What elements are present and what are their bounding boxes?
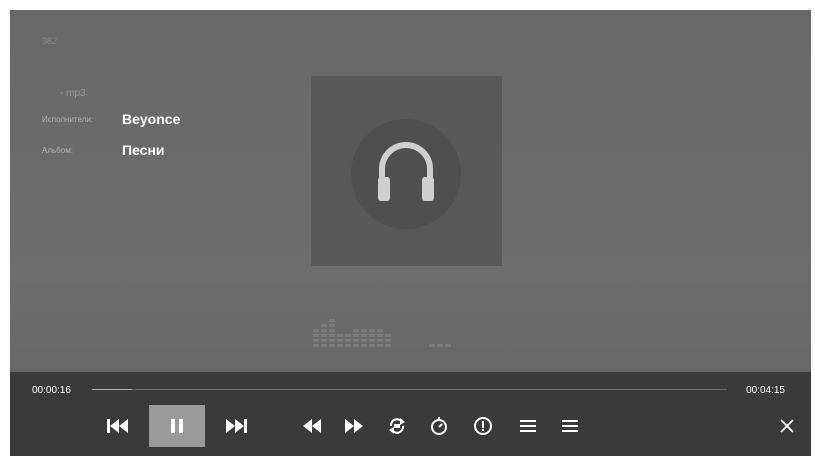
- next-track-icon: [226, 419, 247, 433]
- info-icon: [474, 417, 492, 435]
- equalizer-visualizer: [313, 319, 451, 347]
- headphones-icon: [378, 142, 434, 201]
- control-bar: 00:00:16 00:04:15: [10, 372, 811, 456]
- menu-button[interactable]: [555, 406, 585, 446]
- info-button[interactable]: [468, 406, 498, 446]
- rewind-icon: [303, 419, 321, 433]
- playlist-button[interactable]: [513, 406, 543, 446]
- close-button[interactable]: [772, 406, 802, 446]
- cover-circle: [351, 119, 461, 229]
- file-format: - mp3: [60, 88, 86, 99]
- fast-forward-icon: [345, 419, 363, 433]
- progress-fill: [92, 389, 132, 390]
- progress-bar[interactable]: [92, 389, 727, 390]
- album-value: Песни: [122, 142, 165, 158]
- pause-icon: [171, 419, 183, 433]
- rewind-button[interactable]: [296, 406, 328, 446]
- menu-icon: [562, 420, 578, 432]
- duration-time: 00:04:15: [746, 385, 785, 396]
- sleep-timer-icon: [431, 417, 447, 435]
- fast-forward-button[interactable]: [338, 406, 370, 446]
- artist-row: Исполнители: Beyonce: [42, 111, 180, 127]
- close-icon: [780, 419, 794, 433]
- next-button[interactable]: [220, 406, 252, 446]
- top-label: 982: [42, 36, 58, 46]
- repeat-button[interactable]: [382, 406, 412, 446]
- current-time: 00:00:16: [32, 385, 71, 396]
- pause-button[interactable]: [149, 405, 205, 447]
- album-row: Альбом: Песни: [42, 142, 165, 158]
- artist-key: Исполнители:: [42, 114, 94, 124]
- player-screen: 982 - mp3 Исполнители: Beyonce Альбом: П…: [10, 10, 811, 456]
- previous-button[interactable]: [102, 406, 134, 446]
- previous-track-icon: [107, 419, 128, 433]
- repeat-all-icon: [389, 418, 405, 434]
- sleep-timer-button[interactable]: [424, 406, 454, 446]
- playlist-icon: [520, 420, 536, 432]
- album-cover: [311, 76, 502, 266]
- album-key: Альбом:: [42, 145, 73, 155]
- artist-value: Beyonce: [122, 111, 181, 127]
